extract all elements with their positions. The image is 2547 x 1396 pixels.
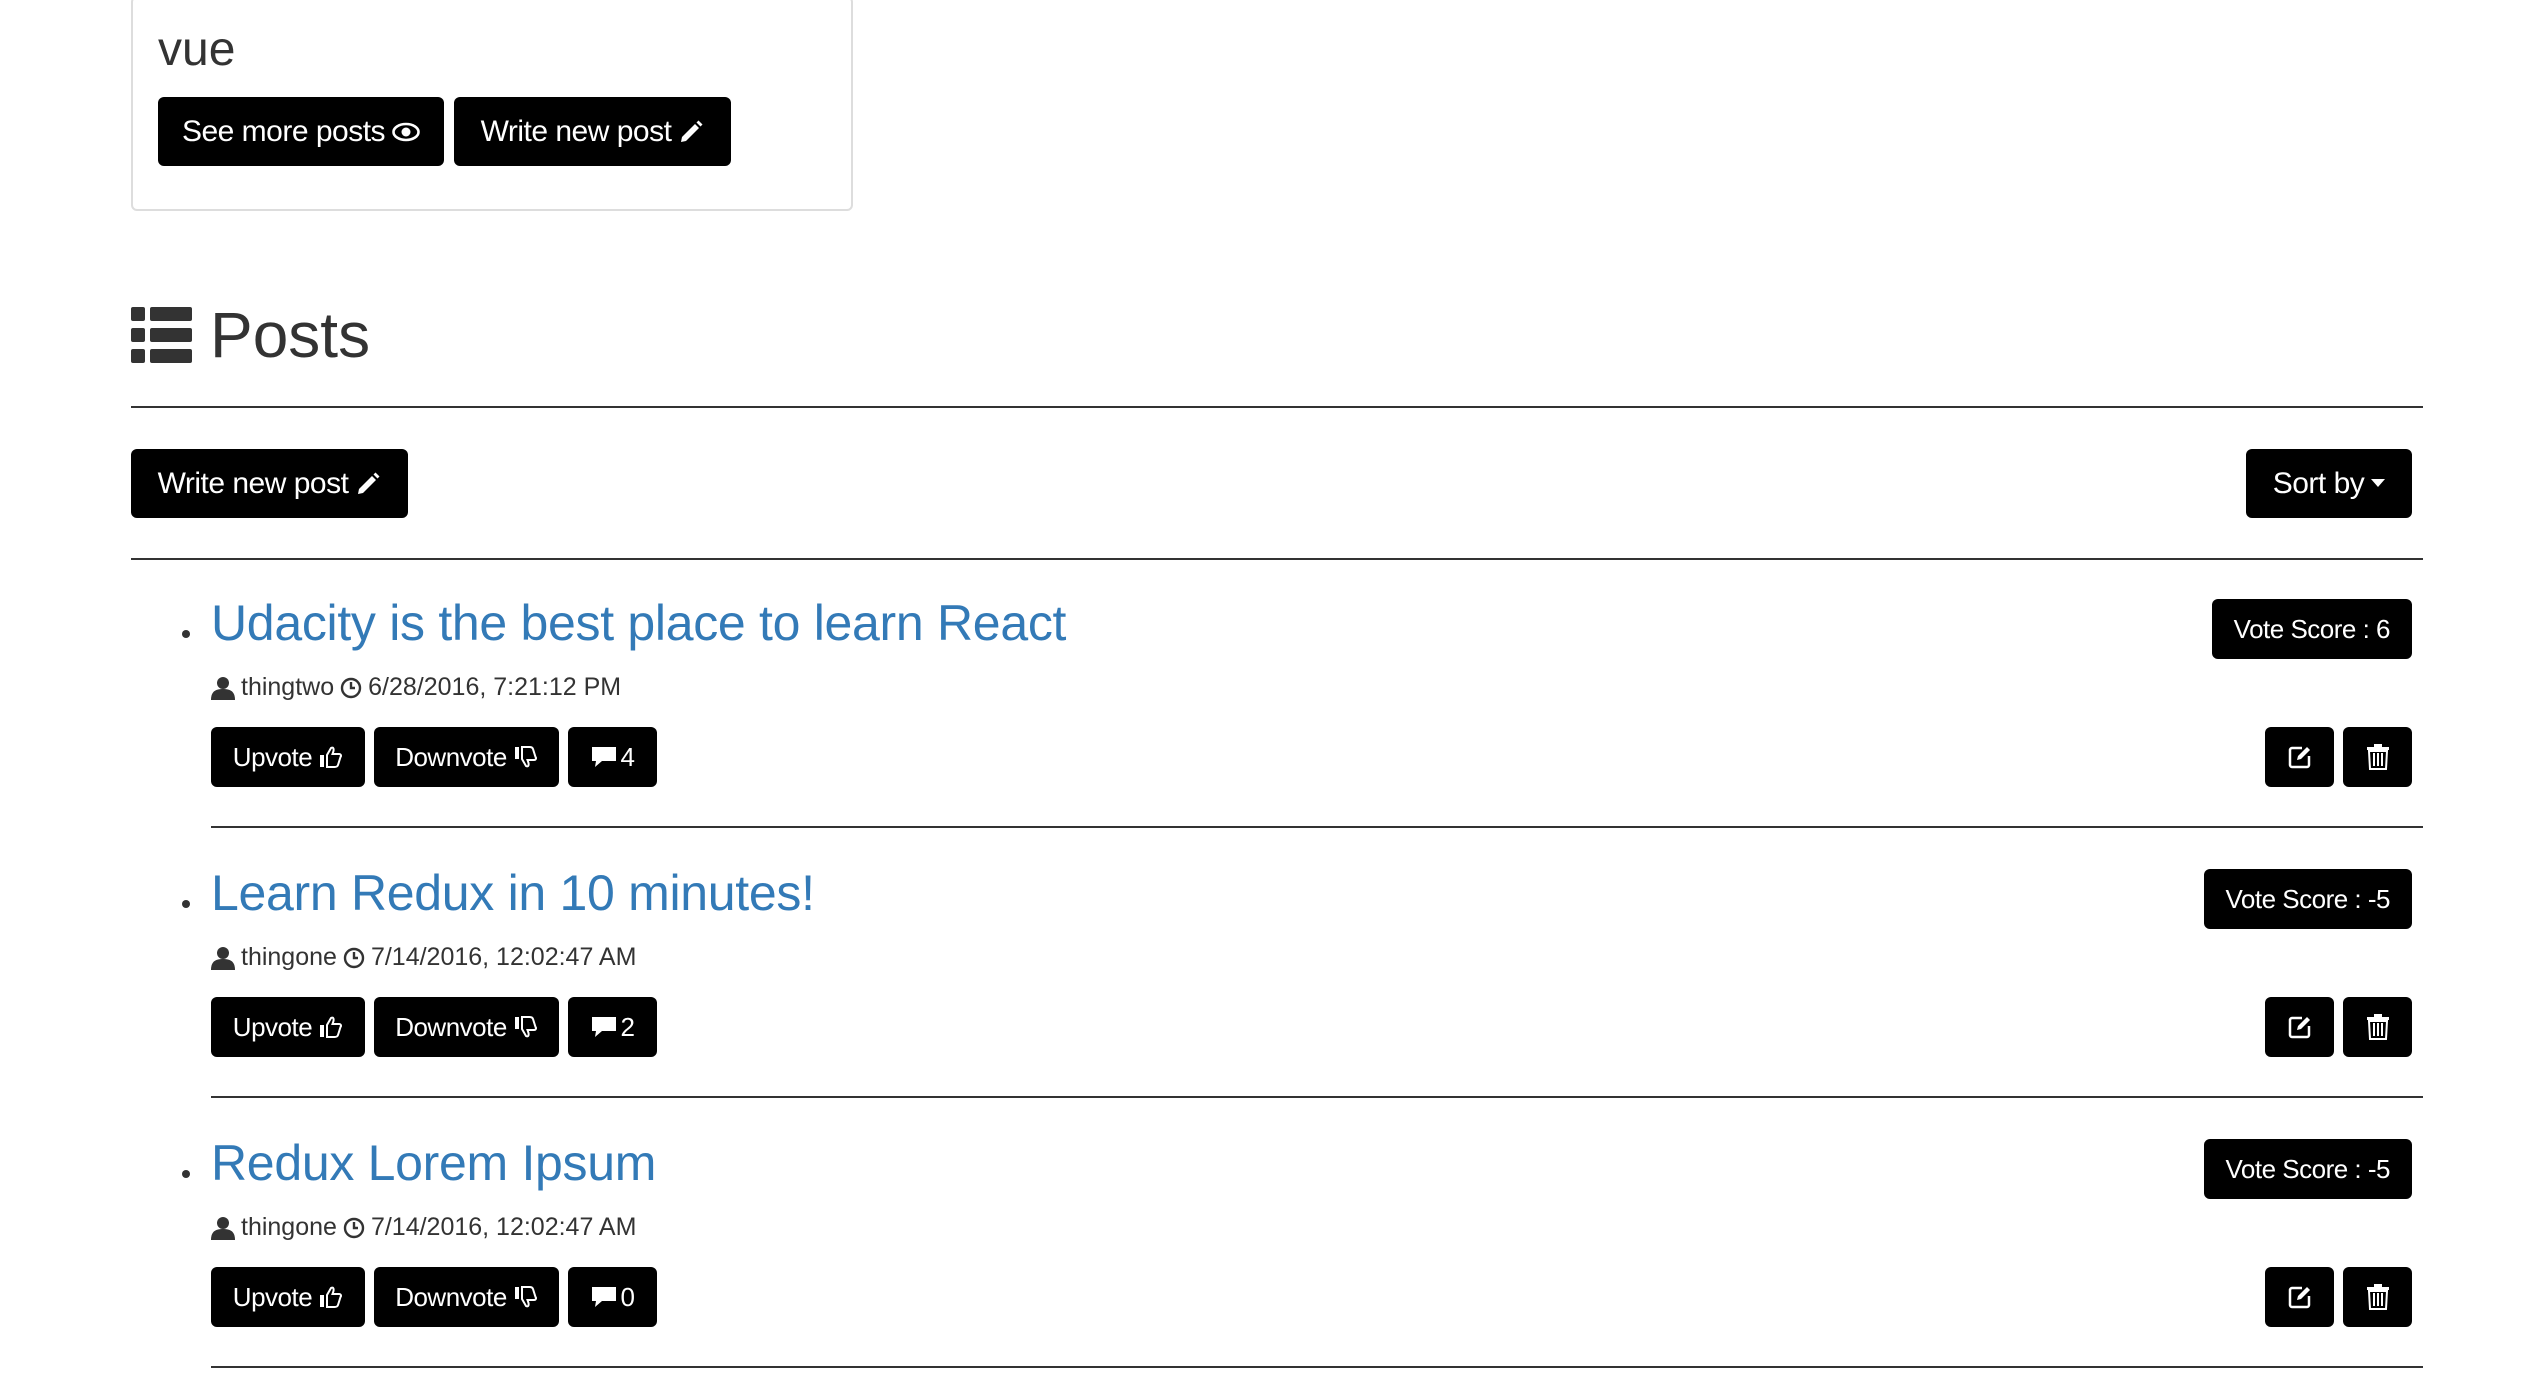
divider — [131, 406, 2423, 408]
comment-icon — [591, 746, 617, 768]
downvote-button[interactable]: Downvote — [374, 727, 559, 787]
vote-score-badge: Vote Score : -5 — [2203, 869, 2412, 929]
post-divider — [211, 826, 2423, 828]
category-write-new-post-button[interactable]: Write new post — [454, 97, 731, 166]
trash-icon — [2366, 1014, 2389, 1040]
clock-icon — [343, 947, 365, 969]
comment-icon — [591, 1286, 617, 1308]
post-title-link[interactable]: Learn Redux in 10 minutes! — [211, 864, 815, 922]
upvote-button[interactable]: Upvote — [211, 1267, 365, 1327]
write-new-post-label: Write new post — [157, 466, 349, 500]
edit-post-button[interactable] — [2265, 997, 2334, 1057]
vote-score-label: Vote Score : 6 — [2233, 613, 2391, 644]
comment-count: 2 — [620, 1011, 635, 1042]
upvote-label: Upvote — [232, 1011, 313, 1042]
see-more-posts-button[interactable]: See more posts — [158, 97, 444, 166]
post-timestamp: 7/14/2016, 12:02:47 AM — [370, 943, 637, 971]
edit-icon — [2288, 745, 2312, 769]
post-author: thingone — [241, 943, 337, 971]
upvote-button[interactable]: Upvote — [211, 727, 365, 787]
vote-score-badge: Vote Score : 6 — [2211, 599, 2412, 659]
thumbs-down-icon — [514, 1286, 538, 1308]
category-title: vue — [158, 23, 236, 76]
trash-icon — [2366, 744, 2389, 770]
delete-post-button[interactable] — [2343, 1267, 2412, 1327]
post-author: thingone — [241, 1213, 337, 1241]
edit-icon — [2288, 1285, 2312, 1309]
downvote-label: Downvote — [395, 1011, 507, 1042]
category-write-new-post-label: Write new post — [480, 114, 672, 148]
caret-down-icon — [2371, 479, 2386, 488]
downvote-label: Downvote — [395, 1281, 507, 1312]
post-timestamp: 6/28/2016, 7:21:12 PM — [368, 673, 622, 701]
thumbs-down-icon — [514, 746, 538, 768]
list-bullet — [182, 630, 190, 638]
delete-post-button[interactable] — [2343, 727, 2412, 787]
sort-by-label: Sort by — [2272, 466, 2365, 500]
vote-score-label: Vote Score : -5 — [2225, 883, 2391, 914]
posts-title: Posts — [210, 299, 371, 371]
vote-score-label: Vote Score : -5 — [2225, 1153, 2391, 1184]
edit-post-button[interactable] — [2265, 727, 2334, 787]
edit-post-button[interactable] — [2265, 1267, 2334, 1327]
post-title-link[interactable]: Redux Lorem Ipsum — [211, 1134, 656, 1192]
vote-score-badge: Vote Score : -5 — [2203, 1139, 2412, 1199]
post-divider — [211, 1096, 2423, 1098]
delete-post-button[interactable] — [2343, 997, 2412, 1057]
upvote-button[interactable]: Upvote — [211, 997, 365, 1057]
user-icon — [211, 1216, 235, 1240]
downvote-button[interactable]: Downvote — [374, 1267, 559, 1327]
post-author: thingtwo — [241, 673, 335, 701]
comments-button[interactable]: 4 — [568, 727, 657, 787]
comment-count: 0 — [620, 1281, 635, 1312]
clock-icon — [343, 1217, 365, 1239]
upvote-label: Upvote — [232, 741, 313, 772]
write-new-post-button[interactable]: Write new post — [131, 449, 408, 518]
user-icon — [211, 676, 235, 700]
downvote-button[interactable]: Downvote — [374, 997, 559, 1057]
list-icon — [131, 307, 192, 363]
comments-button[interactable]: 0 — [568, 1267, 657, 1327]
pencil-icon — [355, 471, 381, 497]
edit-icon — [2288, 1015, 2312, 1039]
pencil-icon — [678, 119, 704, 145]
post-timestamp: 7/14/2016, 12:02:47 AM — [370, 1213, 637, 1241]
trash-icon — [2366, 1284, 2389, 1310]
list-bullet — [182, 1170, 190, 1178]
posts-header: Posts — [131, 290, 370, 380]
comment-icon — [591, 1016, 617, 1038]
downvote-label: Downvote — [395, 741, 507, 772]
clock-icon — [340, 677, 362, 699]
thumbs-down-icon — [514, 1016, 538, 1038]
post-meta: thingone 7/14/2016, 12:02:47 AM — [211, 943, 636, 972]
post-meta: thingtwo 6/28/2016, 7:21:12 PM — [211, 673, 621, 702]
sort-by-dropdown[interactable]: Sort by — [2246, 449, 2412, 518]
divider — [131, 558, 2423, 560]
post-meta: thingone 7/14/2016, 12:02:47 AM — [211, 1213, 636, 1242]
comments-button[interactable]: 2 — [568, 997, 657, 1057]
list-bullet — [182, 900, 190, 908]
thumbs-up-icon — [319, 1016, 343, 1038]
post-divider — [211, 1366, 2423, 1368]
see-more-posts-label: See more posts — [181, 114, 386, 148]
eye-icon — [392, 122, 420, 142]
upvote-label: Upvote — [232, 1281, 313, 1312]
thumbs-up-icon — [319, 746, 343, 768]
post-title-link[interactable]: Udacity is the best place to learn React — [211, 594, 1066, 652]
user-icon — [211, 946, 235, 970]
comment-count: 4 — [620, 741, 635, 772]
thumbs-up-icon — [319, 1286, 343, 1308]
